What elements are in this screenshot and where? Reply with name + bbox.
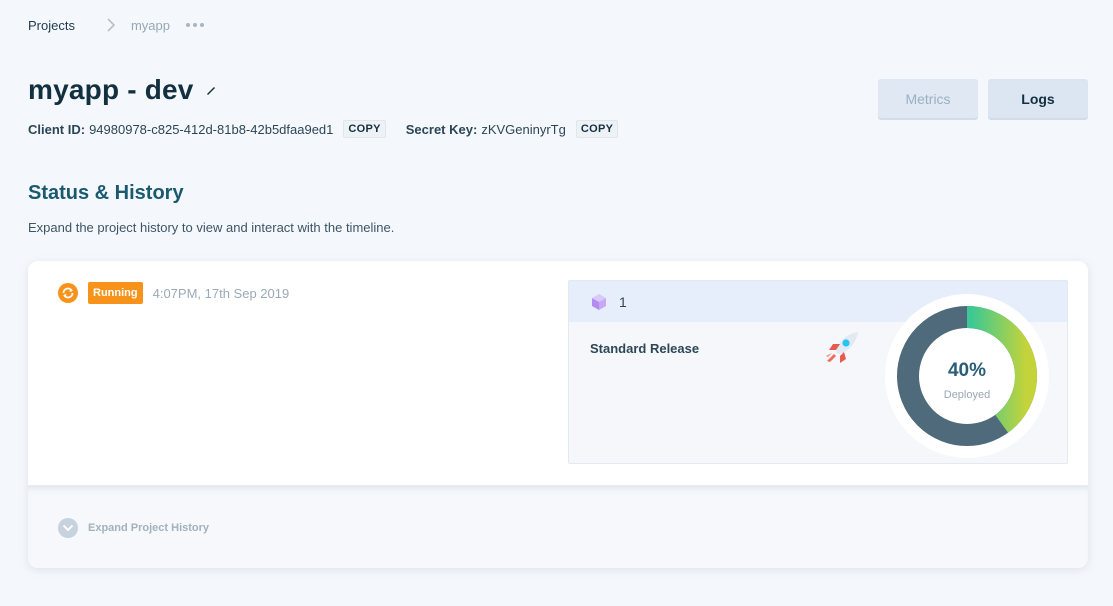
page-title: myapp - dev	[28, 74, 194, 105]
metrics-button[interactable]: Metrics	[878, 79, 978, 118]
card-footer: Expand Project History	[28, 485, 1088, 568]
copy-client-id-button[interactable]: COPY	[343, 120, 386, 138]
expand-history-toggle[interactable]: Expand Project History	[58, 518, 209, 538]
rocket-icon	[826, 332, 858, 363]
status-badge: Running	[88, 282, 143, 304]
cube-icon	[592, 293, 606, 310]
client-id-value: 94980978-c825-412d-81b8-42b5dfaa9ed1	[89, 121, 334, 137]
refresh-icon	[58, 283, 78, 303]
secret-key-group: Secret Key: zKVGeninyrTg COPY	[405, 120, 619, 138]
release-panel: 1 Standard Release 40% Deployed	[568, 280, 1068, 464]
section-title: Status & History	[28, 182, 184, 204]
breadcrumb: Projects myapp	[28, 16, 204, 34]
edit-pencil-icon[interactable]	[204, 83, 218, 97]
status-row: Running 4:07PM, 17th Sep 2019	[58, 282, 289, 304]
secret-key-label: Secret Key:	[405, 121, 478, 137]
chevron-right-icon	[107, 18, 116, 32]
more-options-icon[interactable]	[186, 23, 204, 27]
release-number: 1	[619, 293, 627, 310]
status-card: Running 4:07PM, 17th Sep 2019 1 Standard…	[28, 261, 1088, 568]
breadcrumb-current: myapp	[130, 17, 170, 33]
secret-key-value: zKVGeninyrTg	[481, 121, 566, 137]
credentials-row: Client ID: 94980978-c825-412d-81b8-42b5d…	[28, 120, 619, 138]
deployed-label: Deployed	[943, 389, 991, 401]
section-description: Expand the project history to view and i…	[28, 220, 395, 235]
copy-secret-key-button[interactable]: COPY	[575, 120, 619, 138]
breadcrumb-projects-link[interactable]: Projects	[28, 18, 75, 33]
chevron-down-icon	[58, 518, 78, 538]
release-name: Standard Release	[590, 341, 700, 356]
deployed-percent: 40%	[947, 360, 987, 381]
deployment-donut: 40% Deployed	[884, 293, 1050, 459]
expand-history-label: Expand Project History	[88, 522, 210, 534]
page-header: myapp - dev	[28, 74, 218, 106]
client-id-group: Client ID: 94980978-c825-412d-81b8-42b5d…	[28, 120, 386, 138]
logs-button[interactable]: Logs	[988, 79, 1088, 118]
status-timestamp: 4:07PM, 17th Sep 2019	[152, 285, 290, 301]
client-id-label: Client ID:	[28, 121, 86, 137]
